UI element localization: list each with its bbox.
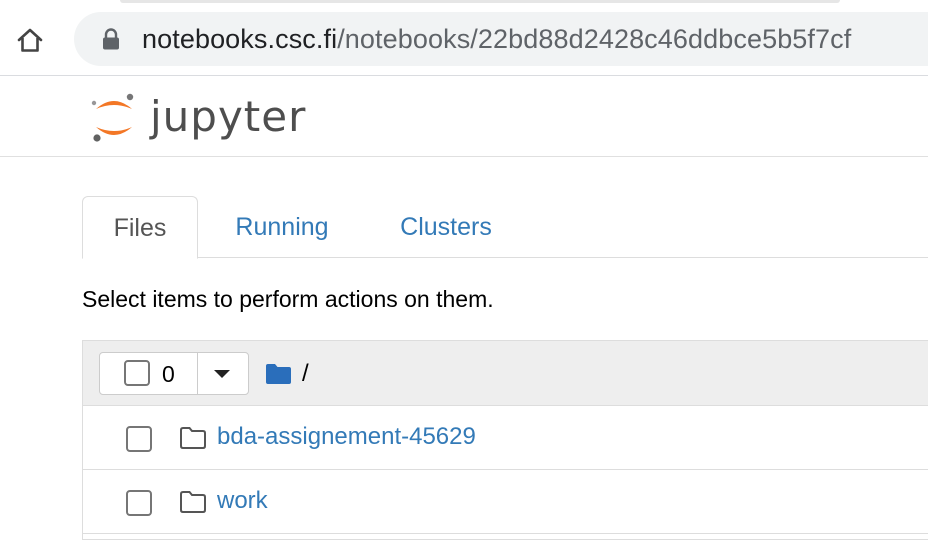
file-list: 0 / bda-assignement-45629 work	[82, 340, 928, 540]
home-button[interactable]	[12, 22, 48, 58]
item-checkbox[interactable]	[126, 490, 152, 516]
folder-link[interactable]: bda-assignement-45629	[217, 422, 476, 452]
breadcrumb: /	[265, 359, 309, 389]
selected-count: 0	[162, 361, 175, 387]
jupyter-header: jupyter	[0, 77, 928, 157]
item-checkbox[interactable]	[126, 426, 152, 452]
tab-files[interactable]: Files	[82, 196, 198, 259]
select-all-checkbox[interactable]	[124, 360, 150, 386]
logo-text: jupyter	[150, 92, 307, 141]
select-all-group: 0	[99, 352, 249, 395]
address-bar[interactable]: notebooks.csc.fi/notebooks/22bd88d2428c4…	[74, 12, 928, 66]
folder-link[interactable]: work	[217, 486, 268, 516]
select-all-button[interactable]: 0	[100, 353, 198, 394]
lock-icon[interactable]	[101, 28, 121, 50]
jupyter-logo[interactable]: jupyter	[86, 87, 316, 147]
select-dropdown-button[interactable]	[198, 353, 248, 394]
folder-icon[interactable]	[265, 363, 292, 385]
url-host: notebooks.csc.fi	[142, 24, 338, 54]
url-text[interactable]: notebooks.csc.fi/notebooks/22bd88d2428c4…	[142, 22, 851, 56]
file-list-header: 0 /	[83, 341, 928, 406]
instructions-text: Select items to perform actions on them.	[82, 286, 494, 312]
folder-icon	[180, 427, 206, 449]
list-item[interactable]: bda-assignement-45629	[83, 406, 928, 470]
jupyter-logo-icon	[91, 93, 134, 142]
tab-running[interactable]: Running	[220, 196, 344, 258]
tab-strip-edge	[0, 0, 928, 6]
folder-icon	[180, 491, 206, 513]
breadcrumb-root[interactable]: /	[302, 360, 309, 388]
tab-clusters[interactable]: Clusters	[382, 196, 510, 258]
home-icon	[17, 28, 43, 52]
list-item[interactable]: work	[83, 470, 928, 534]
url-path: /notebooks/22bd88d2428c46ddbce5b5f7cf	[337, 24, 852, 54]
browser-toolbar: notebooks.csc.fi/notebooks/22bd88d2428c4…	[0, 0, 928, 76]
tab-bar: Files Running Clusters	[82, 196, 928, 259]
